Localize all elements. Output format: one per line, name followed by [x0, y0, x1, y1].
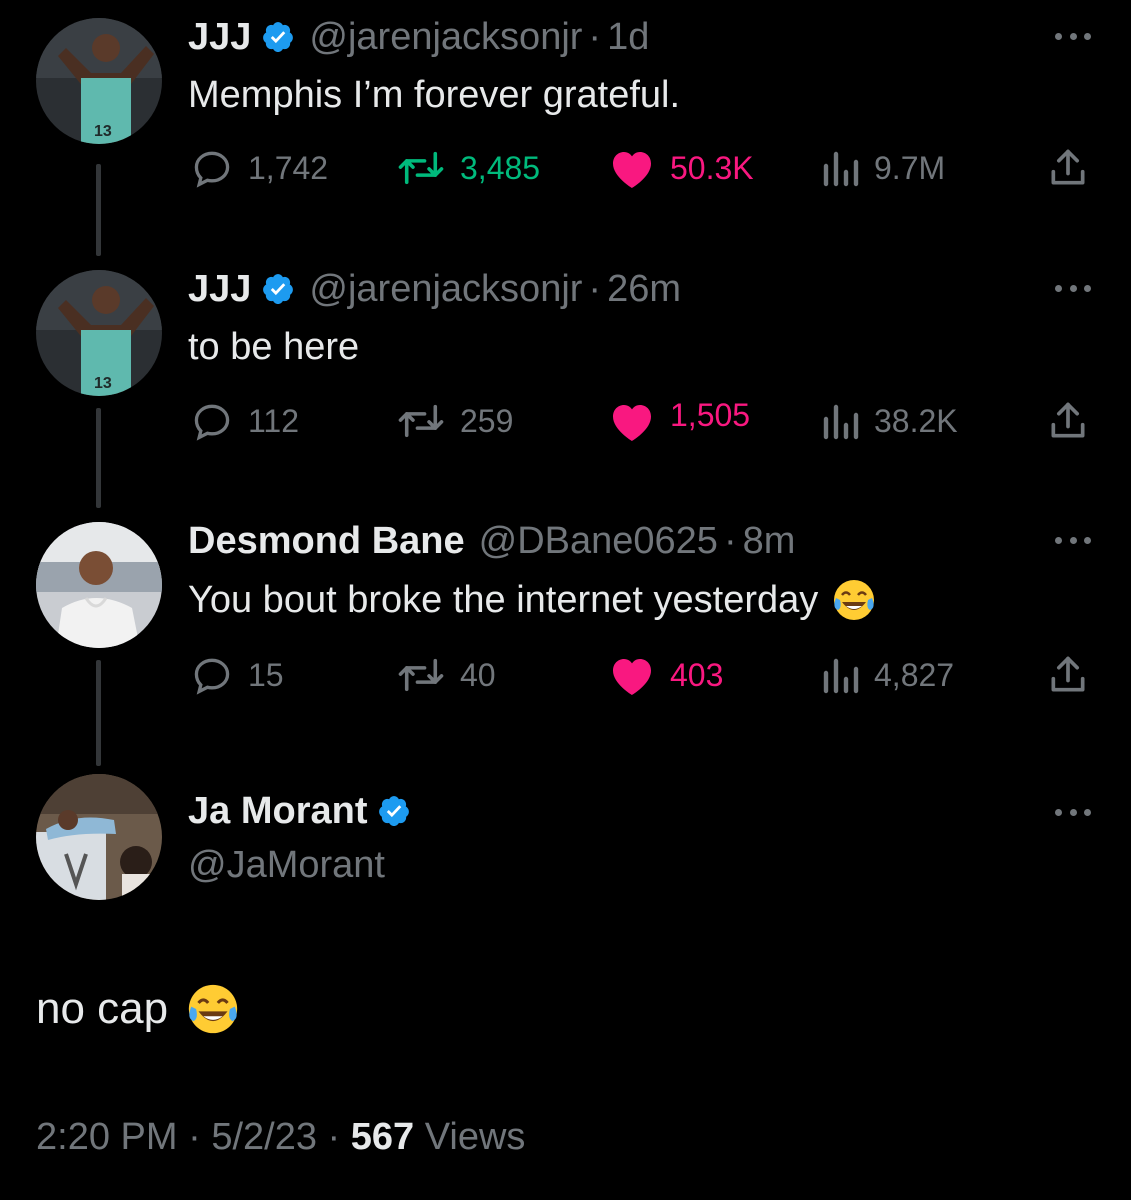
separator-dot: · [327, 1116, 341, 1158]
handle[interactable]: @DBane0625 [479, 520, 718, 563]
retweet-icon [398, 658, 444, 692]
share-button[interactable] [1046, 143, 1090, 193]
handle[interactable]: @JaMorant [188, 844, 385, 887]
avatar[interactable] [36, 522, 162, 648]
reply-icon [194, 404, 230, 441]
tweet-text: Memphis I’m forever grateful. [188, 73, 681, 116]
views-button[interactable]: 4,827 [820, 650, 954, 700]
analytics-icon [823, 404, 859, 440]
like-button[interactable]: 1,505 [608, 396, 750, 446]
tears-of-joy-emoji-icon [830, 576, 878, 624]
share-icon [1051, 656, 1085, 692]
handle[interactable]: @jarenjacksonjr [309, 16, 582, 59]
avatar[interactable]: 13 [36, 270, 162, 396]
retweet-icon [398, 151, 444, 185]
heart-filled-icon [613, 659, 651, 695]
reply-button[interactable]: 15 [190, 650, 284, 700]
share-button[interactable] [1046, 396, 1090, 446]
verified-badge-icon [261, 272, 295, 306]
tweet-date[interactable]: 5/2/23 [211, 1116, 317, 1158]
analytics-icon [823, 658, 859, 694]
reply-button[interactable]: 1,742 [190, 143, 328, 193]
retweet-count: 40 [460, 656, 496, 693]
main-tweet-text-container: no cap [36, 980, 242, 1038]
share-button[interactable] [1046, 650, 1090, 700]
heart-filled-icon [613, 405, 651, 441]
timestamp[interactable]: 8m [743, 520, 796, 563]
more-options-icon[interactable] [1055, 806, 1091, 818]
views-button[interactable]: 38.2K [820, 396, 958, 446]
tweet-header: Desmond Bane @DBane0625 · 8m [188, 516, 795, 566]
reply-icon [194, 151, 230, 188]
tweet-header: Ja Morant [188, 786, 411, 836]
reply-count: 1,742 [248, 149, 329, 186]
like-button[interactable]: 403 [608, 650, 723, 700]
like-count: 1,505 [670, 396, 751, 433]
svg-text:13: 13 [94, 123, 112, 140]
tweet-actions: 15 40 403 4,827 [0, 650, 1131, 700]
handle-row: @JaMorant [188, 840, 385, 890]
tweet-text: You bout broke the internet yesterday [188, 578, 819, 621]
svg-text:13: 13 [94, 375, 112, 392]
display-name[interactable]: JJJ [188, 16, 251, 59]
view-count: 9.7M [874, 149, 946, 186]
separator-dot: · [723, 519, 737, 562]
share-icon [1051, 402, 1085, 438]
views-button[interactable]: 9.7M [820, 143, 945, 193]
timestamp[interactable]: 1d [607, 16, 649, 59]
view-count: 4,827 [874, 656, 955, 693]
avatar[interactable] [36, 774, 162, 900]
more-options-icon[interactable] [1055, 534, 1091, 546]
views-label: Views [424, 1116, 526, 1158]
like-button[interactable]: 50.3K [608, 143, 754, 193]
separator-dot: · [588, 267, 602, 310]
tweet-header: JJJ @jarenjacksonjr · 1d [188, 12, 649, 62]
retweet-button[interactable]: 40 [396, 650, 496, 700]
reply-count: 112 [248, 402, 300, 439]
verified-badge-icon [377, 794, 411, 828]
display-name[interactable]: Ja Morant [188, 790, 367, 833]
retweet-icon [398, 404, 444, 438]
separator-dot: · [588, 15, 602, 58]
reply-icon [194, 658, 230, 695]
retweet-button[interactable]: 259 [396, 396, 513, 446]
views-count[interactable]: 567 [351, 1116, 414, 1158]
heart-filled-icon [613, 152, 651, 188]
more-options-icon[interactable] [1055, 30, 1091, 42]
tweet-header: JJJ @jarenjacksonjr · 26m [188, 264, 681, 314]
like-count: 50.3K [670, 149, 754, 186]
tweet-actions: 1,742 3,485 50.3K 9.7M [0, 143, 1131, 193]
reply-count: 15 [248, 656, 284, 693]
handle[interactable]: @jarenjacksonjr [309, 268, 582, 311]
display-name[interactable]: Desmond Bane [188, 520, 465, 563]
tears-of-joy-emoji-icon [184, 980, 242, 1038]
tweet-text-container: You bout broke the internet yesterday [188, 572, 878, 628]
analytics-icon [823, 151, 859, 187]
like-count: 403 [670, 656, 724, 693]
verified-badge-icon [261, 20, 295, 54]
retweet-button[interactable]: 3,485 [396, 143, 540, 193]
more-options-icon[interactable] [1055, 282, 1091, 294]
separator-dot: · [188, 1116, 201, 1158]
retweet-count: 3,485 [460, 149, 541, 186]
view-count: 38.2K [874, 402, 958, 439]
retweet-count: 259 [460, 402, 514, 439]
display-name[interactable]: JJJ [188, 268, 251, 311]
main-tweet-text: no cap [36, 984, 169, 1033]
reply-button[interactable]: 112 [190, 396, 299, 446]
share-icon [1051, 149, 1085, 185]
avatar[interactable]: 13 [36, 18, 162, 144]
tweet-text: to be here [188, 325, 360, 368]
timestamp[interactable]: 26m [607, 268, 681, 311]
tweet-actions: 112 259 1,505 38.2K [0, 396, 1131, 446]
tweet-meta: 2:20 PM · 5/2/23 · 567 Views [36, 1116, 525, 1159]
tweet-time[interactable]: 2:20 PM [36, 1116, 178, 1158]
